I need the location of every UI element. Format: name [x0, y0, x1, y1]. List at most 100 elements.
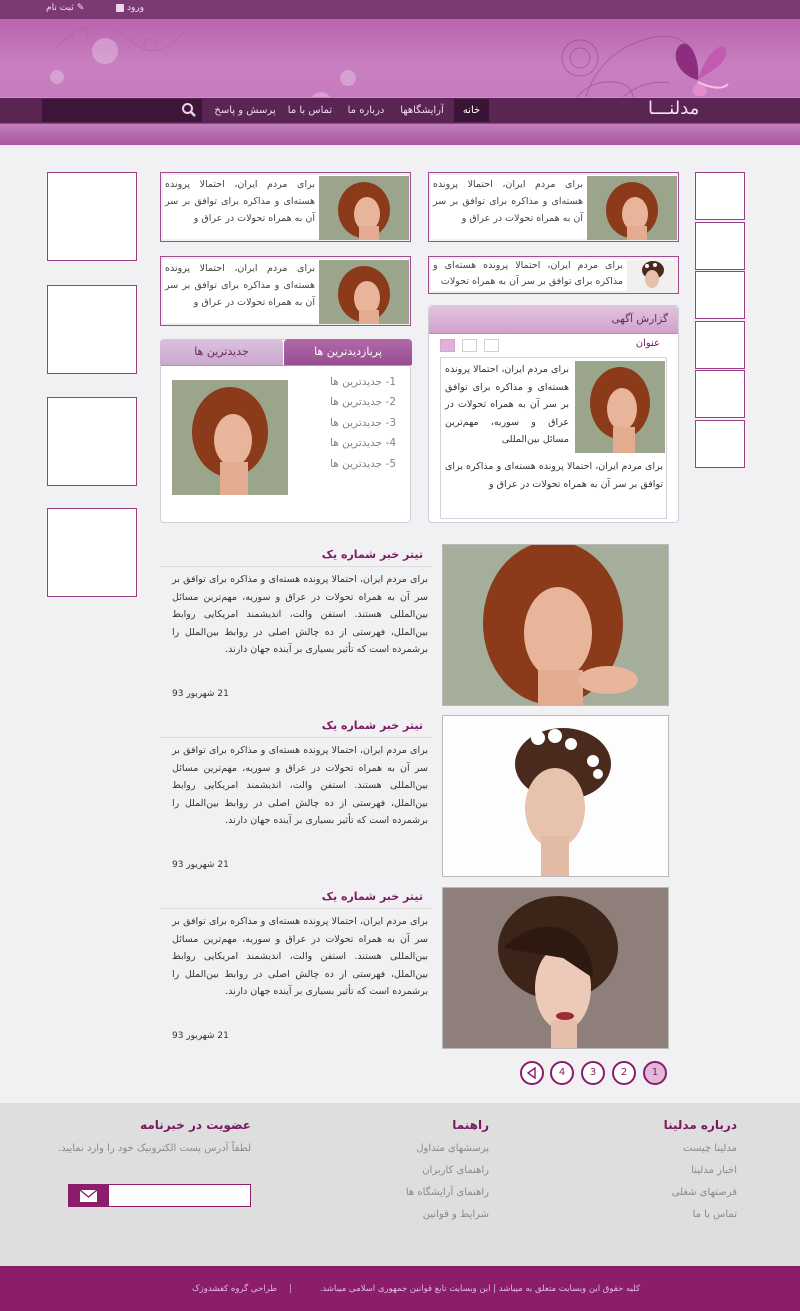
- login-link[interactable]: ورود: [116, 3, 144, 13]
- ad-slide-dot-active[interactable]: [440, 339, 455, 352]
- small-ad-box[interactable]: [695, 271, 745, 319]
- chevron-left-icon: [526, 1066, 536, 1080]
- list-item[interactable]: 4- جدیدترین ها: [330, 437, 396, 449]
- news-divider: [160, 737, 432, 738]
- footer-newsletter-title: عضویت در خبرنامه: [140, 1118, 251, 1132]
- ad-slide-dot[interactable]: [462, 339, 477, 352]
- small-ad-box[interactable]: [695, 222, 745, 270]
- ad-report-header: گزارش آگهی: [429, 306, 678, 334]
- news-body: برای مردم ایران، احتمالا پرونده هسته‌ای …: [172, 745, 428, 827]
- footer-link[interactable]: مدلینا چیست: [683, 1143, 737, 1154]
- bokeh-decoration: [340, 70, 356, 86]
- news-image[interactable]: [442, 715, 669, 877]
- small-ad-box[interactable]: [695, 420, 745, 468]
- ad-report-panel: گزارش آگهی عنوان برای مردم ایران، احتمال…: [428, 305, 679, 523]
- footer-link[interactable]: راهنمای کاربران: [422, 1165, 489, 1176]
- footer-link[interactable]: اخبار مدلینا: [691, 1165, 737, 1176]
- footer-link[interactable]: فرصتهای شغلی: [672, 1187, 737, 1198]
- footer-link[interactable]: شرایط و قوانین: [423, 1209, 489, 1220]
- tab-most-visited[interactable]: پربازدیدترین ها: [284, 339, 412, 365]
- newsletter-description: لطفاً آدرس پست الکترونیک خود را وارد نما…: [58, 1143, 251, 1154]
- butterfly-logo-icon: [675, 43, 729, 97]
- news-image[interactable]: [442, 887, 669, 1049]
- search-input[interactable]: [42, 99, 202, 122]
- footer-link[interactable]: راهنمای آرایشگاه ها: [406, 1187, 489, 1198]
- prev-page-button[interactable]: [520, 1061, 544, 1085]
- small-ad-box[interactable]: [695, 172, 745, 220]
- news-title[interactable]: تیتر خبر شماره یک: [223, 719, 423, 732]
- tabs-panel: جدیدترین ها پربازدیدترین ها 1- جدیدترین …: [160, 339, 412, 523]
- ad-box[interactable]: [47, 397, 137, 486]
- page-button-4[interactable]: 4: [550, 1061, 574, 1085]
- footer-link[interactable]: تماس با ما: [693, 1209, 737, 1220]
- lock-icon: [116, 4, 124, 12]
- header-bottom-strip: [0, 124, 800, 145]
- footer: درباره مدلینا مدلینا چیست اخبار مدلینا ف…: [0, 1103, 800, 1266]
- nav-item-salons[interactable]: آرایشگاهها: [392, 99, 452, 122]
- news-title[interactable]: تیتر خبر شماره یک: [223, 548, 423, 561]
- news-body: برای مردم ایران، احتمالا پرونده هسته‌ای …: [172, 574, 428, 656]
- list-item[interactable]: 3- جدیدترین ها: [330, 417, 396, 429]
- small-ad-box[interactable]: [695, 321, 745, 369]
- news-date: 21 شهریور 93: [172, 860, 229, 870]
- mini-card-text: برای مردم ایران، احتمالا پرونده هسته‌ای …: [165, 179, 315, 224]
- ad-slide-dot[interactable]: [484, 339, 499, 352]
- footer-guide-title: راهنما: [452, 1118, 489, 1132]
- tab-newest[interactable]: جدیدترین ها: [160, 339, 283, 365]
- page-button-2[interactable]: 2: [612, 1061, 636, 1085]
- news-date: 21 شهریور 93: [172, 1031, 229, 1041]
- portrait-photo: [172, 380, 288, 495]
- pencil-icon: ✎: [76, 3, 85, 13]
- page-button-1[interactable]: 1: [643, 1061, 667, 1085]
- envelope-icon: [79, 1189, 98, 1202]
- mini-news-card[interactable]: برای مردم ایران، احتمالا پرونده هسته‌ای …: [428, 256, 679, 294]
- list-item[interactable]: 5- جدیدترین ها: [330, 458, 396, 470]
- search-icon[interactable]: [181, 102, 197, 118]
- small-ad-box[interactable]: [695, 370, 745, 418]
- footer-link[interactable]: پرسشهای متداول: [416, 1143, 489, 1154]
- portrait-photo: [627, 260, 677, 292]
- portrait-photo: [575, 361, 665, 453]
- ad-report-title: گزارش آگهی: [611, 313, 668, 325]
- mini-news-card[interactable]: برای مردم ایران، احتمالا پرونده هسته‌ای …: [160, 172, 411, 242]
- news-image[interactable]: [442, 544, 669, 706]
- copyright-separator: |: [289, 1284, 292, 1294]
- portrait-photo: [587, 176, 677, 240]
- nav-item-about[interactable]: درباره ما: [342, 99, 390, 122]
- login-label: ورود: [127, 3, 145, 13]
- list-item[interactable]: 2- جدیدترین ها: [330, 396, 396, 408]
- portrait-photo: [319, 176, 409, 240]
- register-link[interactable]: ثبت نام ✎: [46, 3, 84, 13]
- ad-box[interactable]: [47, 508, 137, 597]
- nav-item-faq[interactable]: پرسش و پاسخ: [212, 99, 278, 122]
- ad-report-text: برای مردم ایران، احتمالا پرونده هسته‌ای …: [445, 364, 569, 445]
- footer-about-title: درباره مدلینا: [663, 1118, 737, 1132]
- mini-card-text: برای مردم ایران، احتمالا پرونده هسته‌ای …: [165, 263, 315, 308]
- list-item[interactable]: 1- جدیدترین ها: [330, 376, 396, 388]
- ad-report-heading: عنوان: [635, 338, 660, 349]
- register-label: ثبت نام: [46, 3, 74, 13]
- mini-card-text: برای مردم ایران، احتمالا پرونده هسته‌ای …: [433, 260, 623, 287]
- news-date: 21 شهریور 93: [172, 689, 229, 699]
- news-title[interactable]: تیتر خبر شماره یک: [223, 890, 423, 903]
- copyright-bar: کلیه حقوق این وبسایت متعلق به میباشد | ا…: [0, 1266, 800, 1311]
- newsletter-submit-button[interactable]: [68, 1184, 109, 1207]
- bokeh-decoration: [50, 70, 64, 84]
- news-divider: [160, 566, 432, 567]
- logo-text[interactable]: مدلنـــا: [648, 98, 699, 119]
- ad-report-content: برای مردم ایران، احتمالا پرونده هسته‌ای …: [440, 357, 667, 519]
- designer-credit[interactable]: طراحی گروه کفشدوزک: [192, 1284, 277, 1294]
- mini-news-card[interactable]: برای مردم ایران، احتمالا پرونده هسته‌ای …: [160, 256, 411, 326]
- ad-box[interactable]: [47, 172, 137, 261]
- tab-divider: [161, 365, 410, 366]
- ad-box[interactable]: [47, 285, 137, 374]
- news-divider: [160, 908, 432, 909]
- mini-card-text: برای مردم ایران، احتمالا پرونده هسته‌ای …: [433, 179, 583, 224]
- page-button-3[interactable]: 3: [581, 1061, 605, 1085]
- news-body: برای مردم ایران، احتمالا پرونده هسته‌ای …: [172, 916, 428, 998]
- mini-news-card[interactable]: برای مردم ایران، احتمالا پرونده هسته‌ای …: [428, 172, 679, 242]
- nav-item-contact[interactable]: تماس با ما: [282, 99, 338, 122]
- nav-item-home[interactable]: خانه: [454, 99, 489, 122]
- portrait-photo: [319, 260, 409, 324]
- top-bar: ورود ثبت نام ✎: [0, 0, 800, 19]
